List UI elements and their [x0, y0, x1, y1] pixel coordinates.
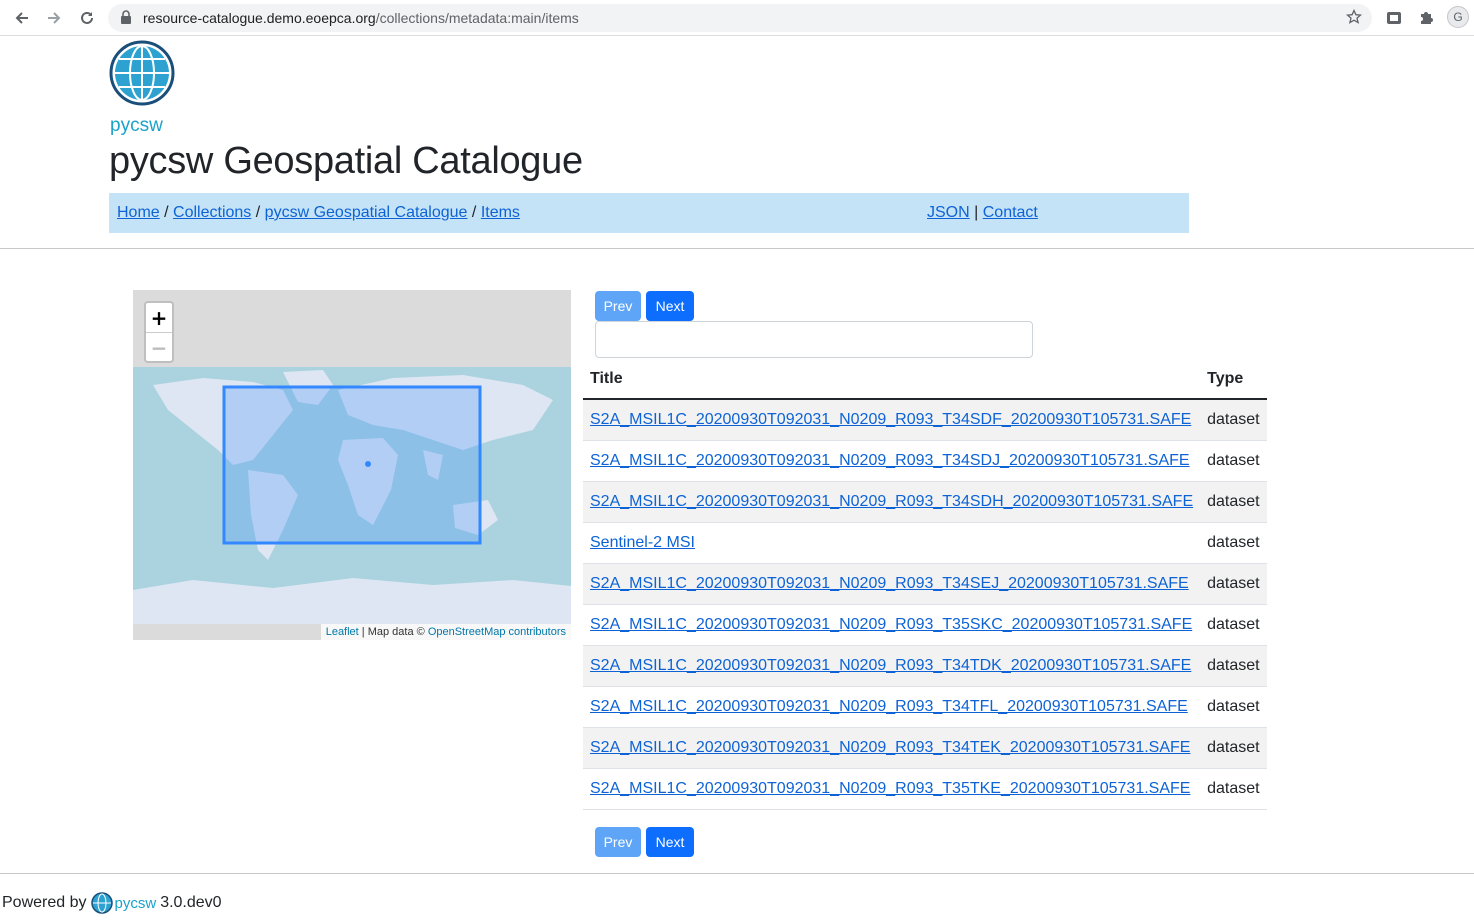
map-tiles: [133, 367, 571, 624]
table-row: S2A_MSIL1C_20200930T092031_N0209_R093_T3…: [583, 645, 1267, 687]
prev-button-top[interactable]: Prev: [595, 291, 641, 321]
leaflet-link[interactable]: Leaflet: [326, 626, 359, 638]
browser-toolbar: resource-catalogue.demo.eoepca.org/colle…: [0, 0, 1474, 36]
url-text: resource-catalogue.demo.eoepca.org/colle…: [143, 10, 579, 26]
profile-avatar[interactable]: G: [1447, 6, 1469, 28]
footer-globe-icon: [90, 892, 113, 914]
json-link[interactable]: JSON: [927, 204, 970, 221]
links-separator: |: [974, 204, 979, 221]
breadcrumb-trail: Home / Collections / pycsw Geospatial Ca…: [117, 204, 520, 222]
type-cell: dataset: [1200, 440, 1267, 482]
breadcrumb-collections-link[interactable]: Collections: [173, 204, 251, 221]
map[interactable]: + − Leaflet | Map data © OpenStreetMap c…: [133, 290, 571, 640]
title-cell: S2A_MSIL1C_20200930T092031_N0209_R093_T3…: [583, 686, 1201, 728]
item-title-link[interactable]: S2A_MSIL1C_20200930T092031_N0209_R093_T3…: [590, 493, 1193, 510]
table-row: S2A_MSIL1C_20200930T092031_N0209_R093_T3…: [583, 604, 1267, 646]
footer-divider: [0, 873, 1474, 874]
format-links: JSON | Contact: [927, 204, 1038, 222]
header-divider: [0, 248, 1474, 249]
breadcrumb-separator: /: [164, 204, 169, 221]
table-header-row: Title Type: [583, 360, 1267, 400]
footer-brand: pycsw: [114, 894, 157, 912]
type-cell: dataset: [1200, 727, 1267, 769]
page-title: pycsw Geospatial Catalogue: [109, 140, 583, 182]
table-row: S2A_MSIL1C_20200930T092031_N0209_R093_T3…: [583, 768, 1267, 810]
breadcrumb-separator: /: [471, 204, 477, 221]
type-cell: dataset: [1200, 645, 1267, 687]
osm-link[interactable]: OpenStreetMap contributors: [428, 626, 566, 638]
items-table: Title Type S2A_MSIL1C_20200930T092031_N0…: [583, 360, 1267, 810]
item-title-link[interactable]: S2A_MSIL1C_20200930T092031_N0209_R093_T3…: [590, 411, 1191, 428]
type-column-header: Type: [1200, 360, 1267, 400]
footer: Powered by pycsw 3.0.dev0: [2, 892, 222, 914]
zoom-out-button[interactable]: −: [146, 333, 172, 362]
item-title-link[interactable]: S2A_MSIL1C_20200930T092031_N0209_R093_T3…: [590, 657, 1191, 674]
item-title-link[interactable]: S2A_MSIL1C_20200930T092031_N0209_R093_T3…: [590, 739, 1190, 756]
breadcrumb-catalogue-link[interactable]: pycsw Geospatial Catalogue: [265, 204, 468, 221]
bookmark-star-icon[interactable]: [1345, 8, 1363, 30]
zoom-control: + −: [144, 301, 174, 363]
title-cell: S2A_MSIL1C_20200930T092031_N0209_R093_T3…: [583, 481, 1201, 523]
title-cell: S2A_MSIL1C_20200930T092031_N0209_R093_T3…: [583, 604, 1201, 646]
attribution-separator: |: [361, 626, 365, 638]
puzzle-icon[interactable]: [1415, 7, 1437, 29]
powered-by-label: Powered by: [2, 894, 87, 911]
type-cell: dataset: [1200, 563, 1267, 605]
item-title-link[interactable]: S2A_MSIL1C_20200930T092031_N0209_R093_T3…: [590, 780, 1190, 797]
address-bar[interactable]: resource-catalogue.demo.eoepca.org/colle…: [108, 4, 1372, 32]
map-attribution: Leaflet | Map data © OpenStreetMap contr…: [320, 624, 571, 640]
table-row: S2A_MSIL1C_20200930T092031_N0209_R093_T3…: [583, 727, 1267, 769]
next-button-top[interactable]: Next: [646, 291, 694, 321]
title-cell: S2A_MSIL1C_20200930T092031_N0209_R093_T3…: [583, 727, 1201, 769]
breadcrumb-home-link[interactable]: Home: [117, 204, 160, 221]
table-body: S2A_MSIL1C_20200930T092031_N0209_R093_T3…: [583, 399, 1267, 810]
logo-wordmark: pycsw: [110, 115, 163, 136]
prev-button-bottom[interactable]: Prev: [595, 827, 641, 857]
table-row: S2A_MSIL1C_20200930T092031_N0209_R093_T3…: [583, 440, 1267, 482]
title-cell: S2A_MSIL1C_20200930T092031_N0209_R093_T3…: [583, 399, 1201, 441]
breadcrumb-items-link[interactable]: Items: [481, 204, 520, 221]
item-title-link[interactable]: S2A_MSIL1C_20200930T092031_N0209_R093_T3…: [590, 616, 1192, 633]
item-title-link[interactable]: S2A_MSIL1C_20200930T092031_N0209_R093_T3…: [590, 698, 1188, 715]
type-cell: dataset: [1200, 686, 1267, 728]
map-data-label: Map data ©: [367, 626, 425, 638]
table-row: Sentinel-2 MSI dataset: [583, 522, 1267, 564]
type-cell: dataset: [1200, 399, 1267, 441]
contact-link[interactable]: Contact: [983, 204, 1038, 221]
back-icon[interactable]: [10, 6, 34, 30]
type-cell: dataset: [1200, 481, 1267, 523]
type-cell: dataset: [1200, 768, 1267, 810]
title-column-header: Title: [583, 360, 1201, 400]
title-cell: S2A_MSIL1C_20200930T092031_N0209_R093_T3…: [583, 440, 1201, 482]
pycsw-logo[interactable]: pycsw: [108, 37, 176, 137]
item-title-link[interactable]: Sentinel-2 MSI: [590, 534, 695, 551]
breadcrumb-separator: /: [255, 204, 261, 221]
footer-pycsw-logo[interactable]: pycsw: [90, 892, 157, 914]
item-title-link[interactable]: S2A_MSIL1C_20200930T092031_N0209_R093_T3…: [590, 575, 1189, 592]
type-cell: dataset: [1200, 604, 1267, 646]
title-cell: Sentinel-2 MSI: [583, 522, 1201, 564]
breadcrumb: Home / Collections / pycsw Geospatial Ca…: [109, 193, 1189, 233]
reload-icon[interactable]: [75, 6, 99, 30]
type-cell: dataset: [1200, 522, 1267, 564]
title-cell: S2A_MSIL1C_20200930T092031_N0209_R093_T3…: [583, 768, 1201, 810]
title-cell: S2A_MSIL1C_20200930T092031_N0209_R093_T3…: [583, 645, 1201, 687]
lock-icon: [120, 10, 132, 29]
table-row: S2A_MSIL1C_20200930T092031_N0209_R093_T3…: [583, 399, 1267, 441]
table-row: S2A_MSIL1C_20200930T092031_N0209_R093_T3…: [583, 686, 1267, 728]
search-input[interactable]: [595, 321, 1033, 358]
next-button-bottom[interactable]: Next: [646, 827, 694, 857]
forward-icon[interactable]: [42, 6, 66, 30]
version-label: 3.0.dev0: [160, 894, 222, 911]
zoom-in-button[interactable]: +: [146, 303, 172, 333]
table-row: S2A_MSIL1C_20200930T092031_N0209_R093_T3…: [583, 481, 1267, 523]
extension-icon[interactable]: [1383, 7, 1405, 29]
table-row: S2A_MSIL1C_20200930T092031_N0209_R093_T3…: [583, 563, 1267, 605]
item-title-link[interactable]: S2A_MSIL1C_20200930T092031_N0209_R093_T3…: [590, 452, 1190, 469]
title-cell: S2A_MSIL1C_20200930T092031_N0209_R093_T3…: [583, 563, 1201, 605]
